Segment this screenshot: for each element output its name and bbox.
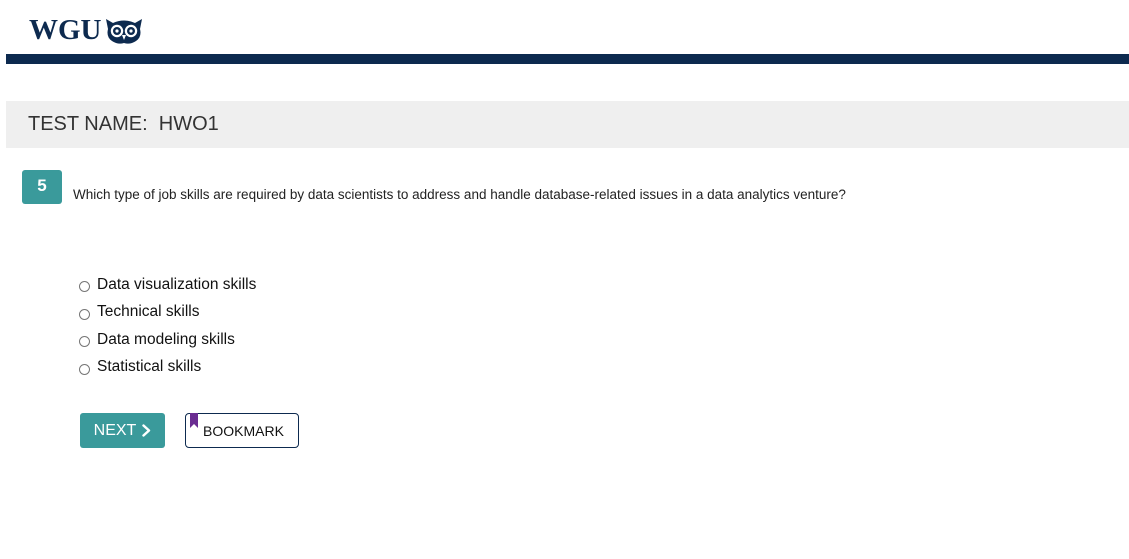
answer-option-label[interactable]: Statistical skills [97,358,201,376]
next-button[interactable]: NEXT [80,413,165,448]
answer-option-label[interactable]: Technical skills [97,303,200,321]
answer-option[interactable]: Technical skills [79,299,256,327]
test-name: TEST NAME: HWO1 [28,113,219,135]
bookmark-icon [190,413,198,428]
answer-options: Data visualization skills Technical skil… [79,271,256,381]
question-text: Which type of job skills are required by… [73,187,846,202]
question-number-badge: 5 [22,170,62,204]
answer-option-label[interactable]: Data visualization skills [97,276,256,294]
answer-option-label[interactable]: Data modeling skills [97,331,235,349]
answer-option[interactable]: Data modeling skills [79,326,256,354]
bookmark-button-label: BOOKMARK [203,422,284,439]
next-button-label: NEXT [93,421,137,439]
radio-button[interactable] [79,336,90,348]
answer-option[interactable]: Data visualization skills [79,271,256,299]
owl-icon [105,19,142,44]
bookmark-button[interactable]: BOOKMARK [185,413,299,448]
test-name-bar: TEST NAME: HWO1 [6,101,1129,148]
radio-button[interactable] [79,281,90,293]
exam-page: WGU TEST NAME: HWO1 5 Which type of job … [0,0,1129,559]
chevron-right-icon [142,424,151,437]
logo-text: WGU [29,14,102,46]
header-divider [6,54,1129,64]
wgu-logo: WGU [29,14,144,46]
radio-button[interactable] [79,363,90,375]
radio-button[interactable] [79,308,90,320]
answer-option[interactable]: Statistical skills [79,354,256,382]
